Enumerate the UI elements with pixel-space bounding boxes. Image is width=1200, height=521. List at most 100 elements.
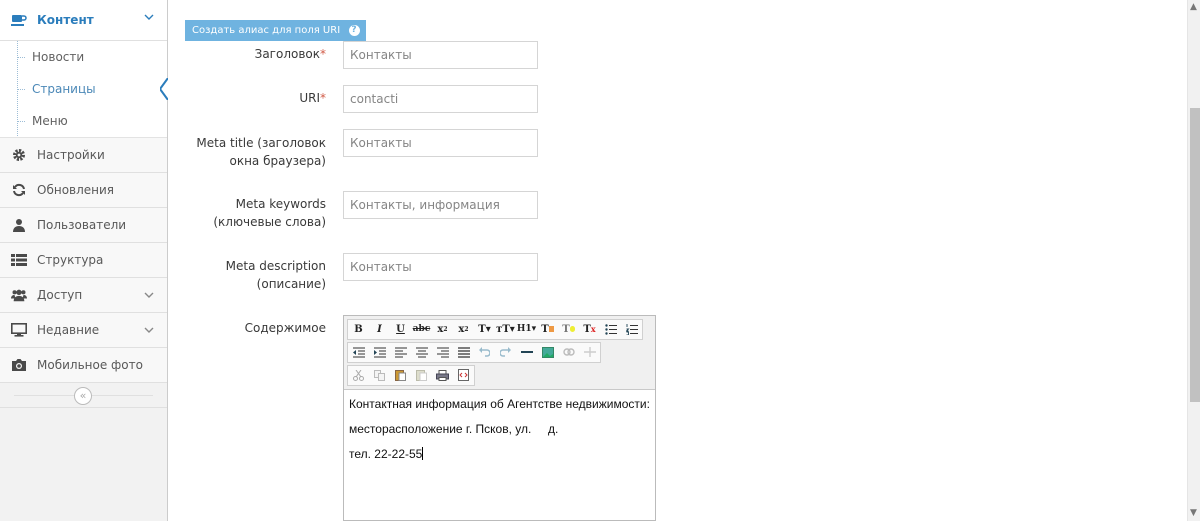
horizontal-rule-icon[interactable] (516, 343, 537, 362)
active-marker-icon (160, 78, 168, 100)
coffee-icon (11, 12, 27, 28)
scroll-up-icon[interactable]: ▲ (1190, 2, 1197, 12)
content-label: Содержимое (244, 321, 326, 335)
sidebar-item-label: Контент (37, 13, 94, 27)
align-left-icon[interactable] (390, 343, 411, 362)
sidebar-item-users[interactable]: Пользователи (0, 208, 167, 243)
sidebar-item-label: Обновления (37, 183, 115, 197)
scrollbar-thumb[interactable] (1190, 108, 1200, 402)
numbered-list-icon[interactable] (621, 320, 642, 339)
tree-line (17, 41, 18, 136)
format-group: B I U abc x2 x2 T▾ тT▾ H1▾ T T Tx (347, 318, 643, 340)
meta-title-label-line: окна браузера) (229, 154, 327, 168)
content-line-text: тел. 22-22-55 (349, 447, 423, 461)
editor-toolbar: B I U abc x2 x2 T▾ тT▾ H1▾ T T Tx (344, 316, 655, 390)
uri-label-text: URI (299, 91, 320, 105)
font-family-icon[interactable]: T▾ (474, 320, 495, 339)
content-line: месторасположение г. Псков, ул. д. (349, 422, 559, 436)
sidebar-subitem-menu[interactable]: Меню (0, 105, 167, 137)
refresh-icon (11, 182, 27, 198)
meta-title-label-line: Meta title (заголовок (196, 136, 326, 150)
sidebar-item-settings[interactable]: Настройки (0, 138, 167, 173)
clear-format-icon[interactable]: Tx (579, 320, 600, 339)
sidebar-item-mobile-photo[interactable]: Мобильное фото (0, 348, 167, 383)
chevron-down-icon[interactable] (143, 289, 155, 301)
meta-description-label-line: (описание) (256, 277, 326, 291)
meta-keywords-input[interactable]: Контакты, информация (343, 191, 538, 219)
text-cursor (422, 447, 424, 460)
paste-text-icon[interactable] (411, 366, 432, 385)
users-icon (11, 287, 27, 303)
sidebar-item-label: Недавние (37, 323, 100, 337)
highlight-icon[interactable]: T (558, 320, 579, 339)
uri-input[interactable]: contacti (343, 85, 538, 113)
superscript-icon[interactable]: x2 (453, 320, 474, 339)
subscript-icon[interactable]: x2 (432, 320, 453, 339)
rich-text-editor: B I U abc x2 x2 T▾ тT▾ H1▾ T T Tx Контак… (343, 315, 656, 521)
title-label-text: Заголовок (254, 47, 320, 61)
sidebar-item-recent[interactable]: Недавние (0, 313, 167, 348)
link-icon[interactable] (558, 343, 579, 362)
sidebar-item-updates[interactable]: Обновления (0, 173, 167, 208)
vertical-scrollbar[interactable]: ▲ ▼ (1187, 0, 1200, 521)
title-input[interactable]: Контакты (343, 41, 538, 69)
source-code-icon[interactable] (453, 366, 474, 385)
outdent-icon[interactable] (348, 343, 369, 362)
scroll-down-icon[interactable]: ▼ (1190, 508, 1197, 518)
meta-title-input[interactable]: Контакты (343, 129, 538, 157)
image-icon[interactable] (537, 343, 558, 362)
collapse-sidebar-button[interactable]: « (74, 387, 92, 405)
align-center-icon[interactable] (411, 343, 432, 362)
clipboard-group (347, 364, 475, 386)
meta-description-label-line: Meta description (225, 259, 326, 273)
bullet-list-icon[interactable] (600, 320, 621, 339)
print-icon[interactable] (432, 366, 453, 385)
sidebar-item-label: Мобильное фото (37, 358, 143, 372)
paste-icon[interactable] (390, 366, 411, 385)
bold-icon[interactable]: B (348, 320, 369, 339)
anchor-icon[interactable] (579, 343, 600, 362)
editor-content[interactable]: Контактная информация об Агентстве недви… (344, 390, 655, 477)
cut-icon[interactable] (348, 366, 369, 385)
sidebar-subitem-pages[interactable]: Страницы (0, 73, 168, 105)
sidebar-item-label: Настройки (37, 148, 105, 162)
user-icon (11, 217, 27, 233)
chevron-down-icon[interactable] (143, 11, 155, 23)
meta-keywords-label-line: Meta keywords (235, 197, 326, 211)
sidebar-item-label: Структура (37, 253, 104, 267)
undo-icon[interactable] (474, 343, 495, 362)
strikethrough-icon[interactable]: abc (411, 320, 432, 339)
sidebar-subitem-label: Страницы (32, 82, 96, 96)
italic-icon[interactable]: I (369, 320, 390, 339)
redo-icon[interactable] (495, 343, 516, 362)
sidebar-collapse-row: « (0, 383, 167, 408)
text-color-icon[interactable]: T (537, 320, 558, 339)
sidebar-item-structure[interactable]: Структура (0, 243, 167, 278)
required-mark: * (320, 91, 326, 105)
content-line: Контактная информация об Агентстве недви… (349, 397, 650, 411)
uri-label: URI* (299, 89, 326, 107)
meta-title-label: Meta title (заголовок окна браузера) (196, 134, 326, 170)
sidebar-item-content[interactable]: Контент (0, 0, 167, 41)
chevron-down-icon[interactable] (143, 324, 155, 336)
font-size-icon[interactable]: тT▾ (495, 320, 516, 339)
align-group (347, 341, 601, 363)
meta-description-input[interactable]: Контакты (343, 253, 538, 281)
copy-icon[interactable] (369, 366, 390, 385)
align-justify-icon[interactable] (453, 343, 474, 362)
list-icon (11, 252, 27, 268)
help-button[interactable]: ? (342, 20, 366, 41)
indent-icon[interactable] (369, 343, 390, 362)
sidebar-item-access[interactable]: Доступ (0, 278, 167, 313)
create-alias-button[interactable]: Создать алиас для поля URI (185, 20, 348, 41)
sidebar-subitem-news[interactable]: Новости (0, 41, 167, 73)
underline-icon[interactable]: U (390, 320, 411, 339)
gear-icon (11, 147, 27, 163)
meta-description-label: Meta description (описание) (226, 257, 326, 293)
meta-keywords-label: Meta keywords (ключевые слова) (213, 195, 326, 231)
heading-icon[interactable]: H1▾ (516, 320, 537, 339)
content-line-last: тел. 22-22-55 (349, 446, 650, 462)
align-right-icon[interactable] (432, 343, 453, 362)
camera-icon (11, 357, 27, 373)
title-label: Заголовок* (255, 45, 326, 63)
